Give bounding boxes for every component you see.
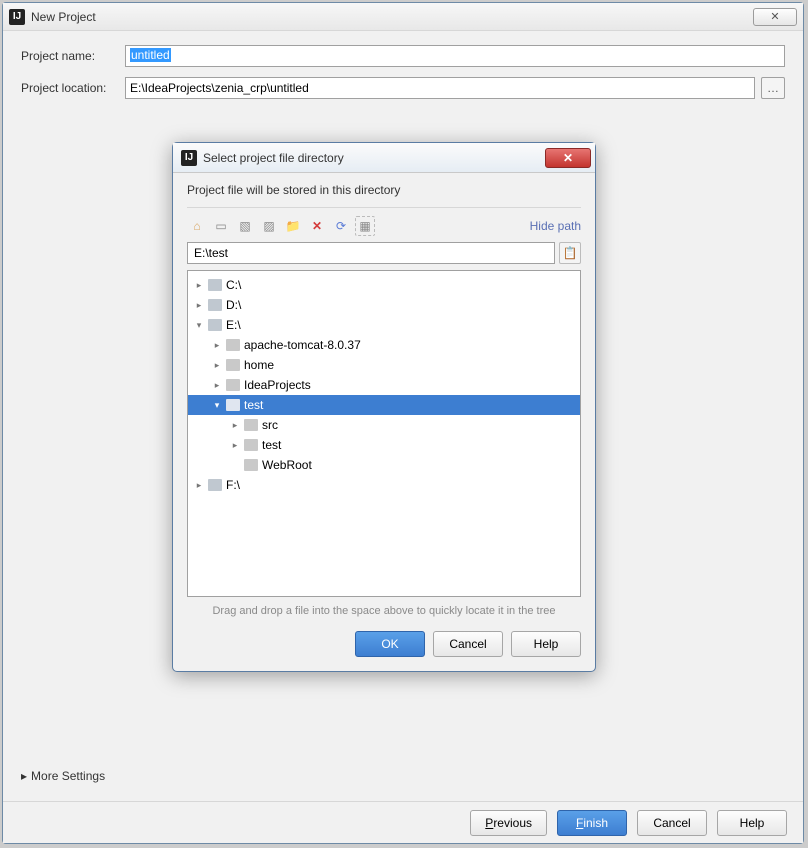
folder-icon [244, 439, 258, 451]
tree-arrow-icon: ▸ [212, 340, 222, 351]
wizard-footer: Previous Finish Cancel Help [3, 801, 803, 843]
previous-button[interactable]: Previous [470, 810, 547, 836]
tree-node[interactable]: ▸ apache-tomcat-8.0.37 [188, 335, 580, 355]
project-name-value: untitled [130, 48, 171, 62]
tree-node-label: D:\ [226, 298, 241, 312]
folder-icon [226, 359, 240, 371]
tree-node[interactable]: ▾ E:\ [188, 315, 580, 335]
folder-icon [208, 279, 222, 291]
folder-icon [208, 319, 222, 331]
tree-node[interactable]: ▸ F:\ [188, 475, 580, 495]
window-close-button[interactable]: ✕ [753, 8, 797, 26]
tree-arrow-icon: ▸ [194, 300, 204, 311]
more-settings-label: More Settings [31, 769, 105, 783]
tree-node[interactable]: ▸ C:\ [188, 275, 580, 295]
project-location-label: Project location: [21, 81, 125, 95]
tree-node[interactable]: ▸ src [188, 415, 580, 435]
close-icon: ✕ [770, 10, 779, 23]
dialog-titlebar: IJ Select project file directory ✕ [173, 143, 595, 173]
tree-node[interactable]: WebRoot [188, 455, 580, 475]
tree-node-label: E:\ [226, 318, 241, 332]
close-icon: ✕ [563, 151, 573, 165]
project-location-input[interactable] [125, 77, 755, 99]
ok-button[interactable]: OK [355, 631, 425, 657]
tree-node-label: apache-tomcat-8.0.37 [244, 338, 361, 352]
tree-node-label: IdeaProjects [244, 378, 311, 392]
folder-icon [226, 379, 240, 391]
project-name-input[interactable]: untitled [125, 45, 785, 67]
tree-node-label: C:\ [226, 278, 241, 292]
dialog-close-button[interactable]: ✕ [545, 148, 591, 168]
folder-icon [226, 399, 240, 411]
help-button[interactable]: Help [717, 810, 787, 836]
refresh-icon[interactable]: ⟳ [331, 216, 351, 236]
path-row: 📋 [187, 242, 581, 264]
titlebar: IJ New Project ✕ [3, 3, 803, 31]
dialog-description: Project file will be stored in this dire… [187, 183, 581, 208]
tree-node-label: test [244, 398, 263, 412]
tree-node[interactable]: ▾ test [188, 395, 580, 415]
project-name-row: Project name: untitled [21, 45, 785, 67]
paste-path-button[interactable]: 📋 [559, 242, 581, 264]
ellipsis-icon: … [767, 81, 779, 95]
window-title: New Project [31, 10, 96, 24]
tree-arrow-icon: ▸ [212, 360, 222, 371]
chevron-right-icon: ▸ [21, 769, 27, 783]
more-settings-toggle[interactable]: ▸ More Settings [21, 769, 785, 783]
tree-arrow-icon: ▸ [194, 280, 204, 291]
tree-arrow-icon: ▾ [194, 320, 204, 331]
tree-node[interactable]: ▸ test [188, 435, 580, 455]
collapse-all-icon[interactable]: ▨ [259, 216, 279, 236]
tree-node-label: src [262, 418, 278, 432]
path-input[interactable] [187, 242, 555, 264]
dialog-app-icon: IJ [181, 150, 197, 166]
cancel-button[interactable]: Cancel [637, 810, 707, 836]
dialog-help-button[interactable]: Help [511, 631, 581, 657]
tree-arrow-icon: ▸ [212, 380, 222, 391]
folder-icon [208, 299, 222, 311]
tree-node-label: WebRoot [262, 458, 312, 472]
folder-icon [226, 339, 240, 351]
directory-tree[interactable]: ▸ C:\ ▸ D:\ ▾ E:\ ▸ apache-tomcat-8.0.37 ▸ home ▸ I… [187, 270, 581, 597]
dialog-title: Select project file directory [203, 151, 344, 165]
finish-button[interactable]: Finish [557, 810, 627, 836]
project-location-row: Project location: … [21, 77, 785, 99]
app-icon: IJ [9, 9, 25, 25]
tree-node[interactable]: ▸ D:\ [188, 295, 580, 315]
dialog-footer: OK Cancel Help [173, 631, 595, 671]
select-directory-dialog: IJ Select project file directory ✕ Proje… [172, 142, 596, 672]
show-hidden-icon[interactable]: ▦ [355, 216, 375, 236]
browse-location-button[interactable]: … [761, 77, 785, 99]
tree-node[interactable]: ▸ home [188, 355, 580, 375]
home-icon[interactable]: ⌂ [187, 216, 207, 236]
tree-node-label: test [262, 438, 281, 452]
tree-arrow-icon: ▸ [230, 420, 240, 431]
folder-icon [208, 479, 222, 491]
tree-arrow-icon: ▸ [194, 480, 204, 491]
folder-icon [244, 459, 258, 471]
delete-icon[interactable]: ✕ [307, 216, 327, 236]
dialog-body: Project file will be stored in this dire… [173, 173, 595, 631]
tree-node-label: home [244, 358, 274, 372]
tree-arrow-icon: ▾ [212, 400, 222, 411]
dialog-toolbar: ⌂ ▭ ▧ ▨ 📁 ✕ ⟳ ▦ Hide path [187, 216, 581, 236]
tree-arrow-icon: ▸ [230, 440, 240, 451]
tree-node-label: F:\ [226, 478, 240, 492]
project-dir-icon[interactable]: ▭ [211, 216, 231, 236]
tree-node[interactable]: ▸ IdeaProjects [188, 375, 580, 395]
drop-hint: Drag and drop a file into the space abov… [187, 597, 581, 627]
new-folder-icon[interactable]: 📁 [283, 216, 303, 236]
hide-path-link[interactable]: Hide path [530, 219, 581, 233]
folder-icon [244, 419, 258, 431]
collapse-icon[interactable]: ▧ [235, 216, 255, 236]
project-name-label: Project name: [21, 49, 125, 63]
dialog-cancel-button[interactable]: Cancel [433, 631, 503, 657]
